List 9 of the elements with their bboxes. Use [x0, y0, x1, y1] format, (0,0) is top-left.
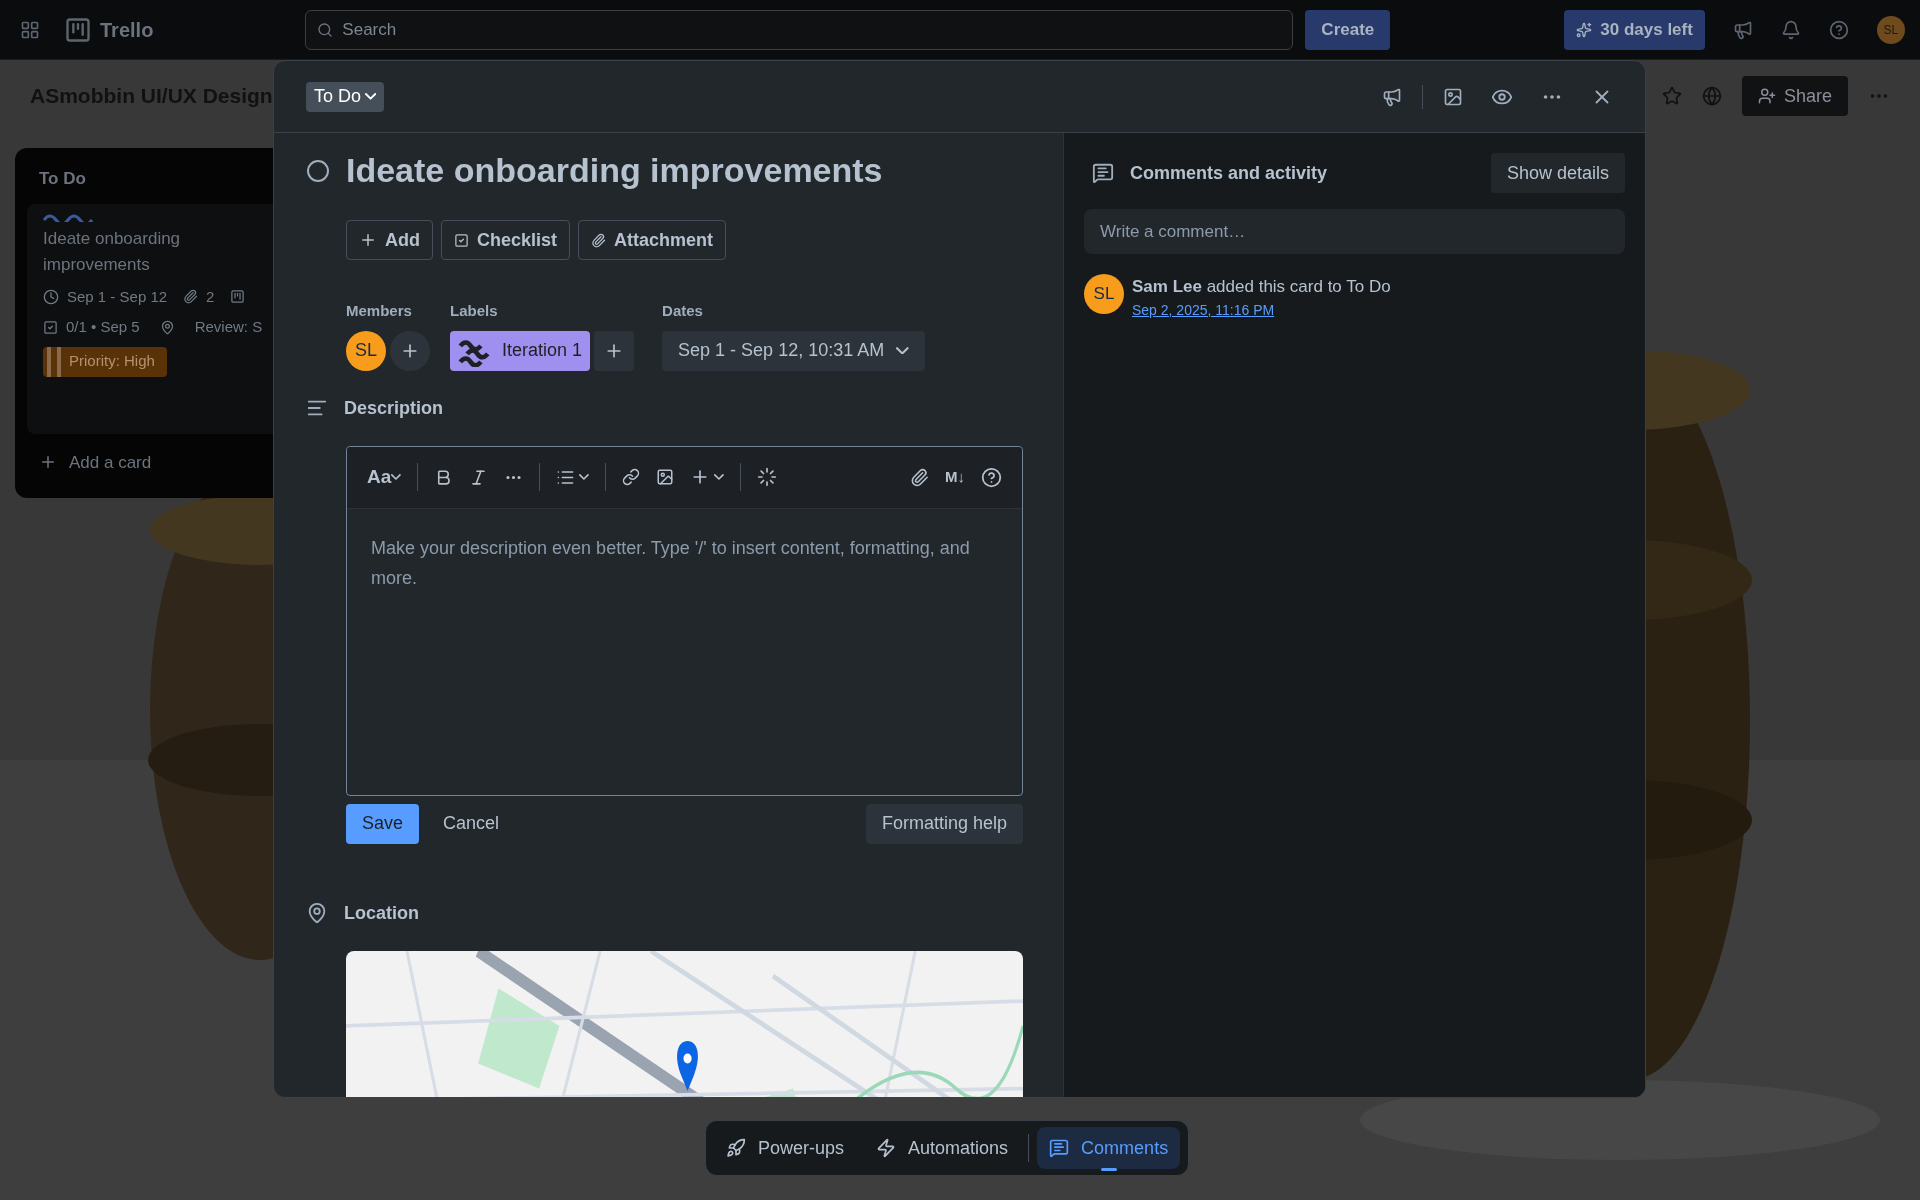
create-button[interactable]: Create: [1305, 9, 1391, 50]
apps-icon[interactable]: [20, 19, 40, 40]
notifications-icon[interactable]: [1780, 19, 1801, 40]
sparkle-icon: [1576, 21, 1593, 38]
search-field[interactable]: Search: [305, 9, 1294, 50]
app-name[interactable]: Trello: [100, 14, 154, 45]
board-logo-icon: [64, 15, 92, 44]
trial-button[interactable]: 30 days left: [1564, 9, 1705, 50]
megaphone-icon[interactable]: [1732, 19, 1753, 40]
